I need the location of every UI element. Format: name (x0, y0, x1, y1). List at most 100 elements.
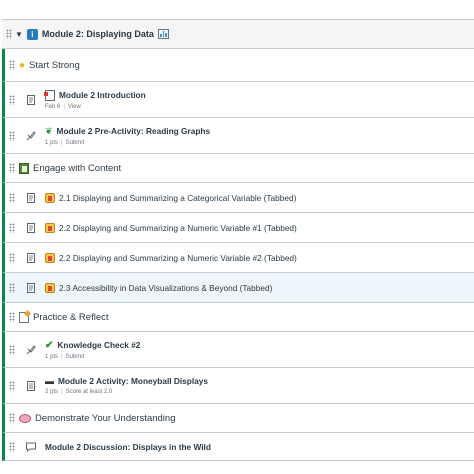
drag-handle-icon[interactable] (9, 252, 15, 263)
section-title: Practice & Reflect (33, 311, 109, 323)
item-link[interactable]: Module 2 Discussion: Displays in the Wil… (45, 442, 211, 452)
section-header[interactable]: Demonstrate Your Understanding (2, 404, 474, 433)
meta-separator: | (61, 353, 63, 360)
module-title: Module 2: Displaying Data (41, 29, 154, 39)
item-link[interactable]: Module 2 Pre-Activity: Reading Graphs (57, 126, 211, 136)
item-title-line: 2.2 Displaying and Summarizing a Numeric… (45, 222, 297, 233)
item-meta-secondary: View (67, 103, 81, 110)
module-item[interactable]: Module 2 Introduction Feb 6 | View (2, 82, 474, 118)
quiz-icon (26, 130, 36, 140)
item-body: ✔ Knowledge Check #2 1 pts | Submit (45, 340, 140, 360)
seedling-icon: ❦ (45, 125, 53, 136)
book-icon (45, 192, 55, 203)
drag-handle-icon[interactable] (9, 163, 15, 173)
checkmark-icon: ✔ (45, 339, 54, 351)
item-link[interactable]: 2.2 Displaying and Summarizing a Numeric… (59, 253, 297, 263)
item-body: Module 2 Discussion: Displays in the Wil… (45, 442, 211, 452)
module-item[interactable]: ▬ Module 2 Activity: Moneyball Displays 2 … (2, 368, 474, 404)
page-icon (27, 282, 35, 293)
item-title-line: 2.2 Displaying and Summarizing a Numeric… (45, 252, 297, 263)
module-item[interactable]: ✔ Knowledge Check #2 1 pts | Submit (2, 332, 474, 368)
drag-handle-icon[interactable] (6, 29, 12, 39)
item-title-line: Module 2 Introduction (44, 89, 146, 101)
book-icon (45, 222, 55, 233)
item-link[interactable]: 2.2 Displaying and Summarizing a Numeric… (59, 223, 297, 233)
module-item[interactable]: 2.2 Displaying and Summarizing a Numeric… (2, 243, 474, 273)
item-body: 2.1 Displaying and Summarizing a Categor… (45, 192, 296, 203)
module-item[interactable]: 2.3 Accessibility in Data Visualizations… (2, 273, 474, 303)
drag-handle-icon[interactable] (9, 312, 15, 322)
item-body: 2.2 Displaying and Summarizing a Numeric… (45, 222, 297, 233)
item-title-line: ❦ Module 2 Pre-Activity: Reading Graphs (45, 126, 210, 137)
item-title-line: 2.3 Accessibility in Data Visualizations… (45, 282, 272, 293)
laptop-icon: ▬ (45, 376, 54, 386)
discussion-icon (26, 442, 36, 452)
drag-handle-icon[interactable] (9, 130, 15, 141)
book-icon (45, 282, 55, 293)
item-link[interactable]: Knowledge Check #2 (57, 340, 140, 350)
meta-separator: | (61, 389, 63, 395)
drag-handle-icon[interactable] (9, 94, 15, 105)
item-meta: 2 pts | Score at least 2.0 (45, 389, 208, 395)
page-icon (27, 94, 35, 105)
module-item[interactable]: ❦ Module 2 Pre-Activity: Reading Graphs 1 … (2, 118, 474, 154)
item-meta-secondary: Submit (65, 139, 85, 146)
item-meta-primary: 2 pts (45, 389, 59, 395)
section-title: Start Strong (29, 59, 80, 71)
item-meta-secondary: Submit (65, 353, 85, 360)
module-items-list: ● Start Strong Module 2 Introduction Feb 6 |… (2, 49, 474, 461)
lightbulb-icon: ● (19, 59, 26, 71)
assignment-icon (27, 380, 35, 391)
drag-handle-icon[interactable] (9, 413, 15, 423)
module-header[interactable]: ▼ i Module 2: Displaying Data (2, 19, 474, 49)
module-info-icon: i (26, 28, 38, 40)
page-icon (27, 192, 35, 203)
item-title-line: ▬ Module 2 Activity: Moneyball Displays (45, 376, 208, 386)
item-body: 2.2 Displaying and Summarizing a Numeric… (45, 252, 297, 263)
memo-icon (19, 311, 29, 323)
drag-handle-icon[interactable] (9, 192, 15, 203)
item-link[interactable]: Module 2 Introduction (59, 90, 146, 100)
module-item[interactable]: Module 2 Discussion: Displays in the Wil… (2, 433, 474, 461)
item-meta: 1 pts | Submit (45, 354, 140, 360)
item-meta: 1 pts | Submit (45, 140, 210, 146)
item-link[interactable]: 2.1 Displaying and Summarizing a Categor… (59, 193, 296, 203)
meta-separator: | (61, 139, 63, 146)
drag-handle-icon[interactable] (9, 282, 15, 293)
section-header[interactable]: Engage with Content (2, 154, 474, 183)
item-meta-primary: 1 pts (45, 353, 59, 360)
section-title: Engage with Content (33, 162, 122, 174)
item-title-line: 2.1 Displaying and Summarizing a Categor… (45, 192, 296, 203)
item-body: ❦ Module 2 Pre-Activity: Reading Graphs 1 … (45, 126, 210, 146)
item-meta-primary: 1 pts (45, 139, 59, 146)
section-header[interactable]: Practice & Reflect (2, 303, 474, 332)
drag-handle-icon[interactable] (9, 344, 15, 355)
item-meta-primary: Feb 6 (45, 103, 61, 110)
module-item[interactable]: 2.2 Displaying and Summarizing a Numeric… (2, 213, 474, 243)
bar-chart-icon (157, 29, 169, 39)
quiz-icon (26, 344, 36, 354)
document-icon (44, 89, 55, 101)
module-item[interactable]: 2.1 Displaying and Summarizing a Categor… (2, 183, 474, 213)
item-link[interactable]: Module 2 Activity: Moneyball Displays (58, 376, 208, 386)
drag-handle-icon[interactable] (9, 222, 15, 233)
collapse-caret-icon[interactable]: ▼ (15, 30, 23, 39)
page-icon (27, 252, 35, 263)
book-icon (45, 252, 55, 263)
drag-handle-icon[interactable] (9, 60, 15, 70)
section-header[interactable]: ● Start Strong (2, 49, 474, 82)
notebook-icon (19, 162, 29, 174)
item-link[interactable]: 2.3 Accessibility in Data Visualizations… (59, 283, 272, 293)
item-body: Module 2 Introduction Feb 6 | View (44, 89, 146, 110)
drag-handle-icon[interactable] (9, 441, 15, 452)
item-title-line: ✔ Knowledge Check #2 (45, 340, 140, 351)
drag-handle-icon[interactable] (9, 380, 15, 391)
section-title: Demonstrate Your Understanding (35, 412, 176, 424)
item-body: 2.3 Accessibility in Data Visualizations… (45, 282, 272, 293)
speech-bubble-icon (19, 413, 31, 423)
item-meta-secondary: Score at least 2.0 (65, 389, 113, 395)
page-icon (27, 222, 35, 233)
item-title-line: Module 2 Discussion: Displays in the Wil… (45, 442, 211, 452)
item-meta: Feb 6 | View (45, 104, 146, 110)
item-body: ▬ Module 2 Activity: Moneyball Displays 2 … (45, 376, 208, 395)
